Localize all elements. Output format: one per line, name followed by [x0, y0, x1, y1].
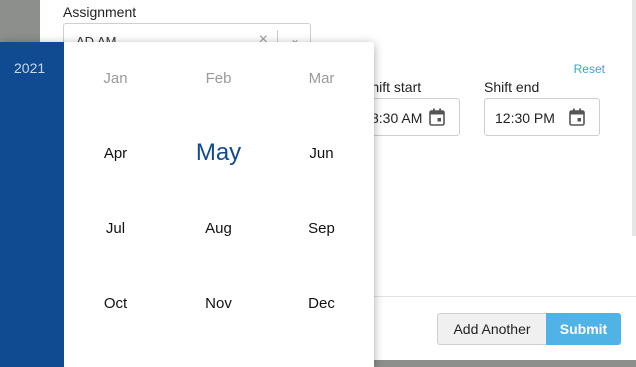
shift-end-label: Shift end: [484, 79, 540, 95]
month-apr[interactable]: Apr: [64, 145, 167, 162]
month-feb[interactable]: Feb: [167, 70, 270, 87]
calendar-icon[interactable]: [429, 108, 445, 126]
month-jun[interactable]: Jun: [270, 145, 373, 162]
month-aug[interactable]: Aug: [167, 220, 270, 237]
month-jan[interactable]: Jan: [64, 70, 167, 87]
month-may[interactable]: May: [167, 139, 270, 167]
month-oct[interactable]: Oct: [64, 295, 167, 312]
year-column: 2021: [0, 42, 64, 367]
month-grid: Jan Feb Mar Apr May Jun Jul Aug Sep Oct Nov Dec: [64, 42, 374, 367]
shift-end-input[interactable]: 12:30 PM: [484, 98, 600, 136]
background-app-bottom: [374, 360, 636, 367]
reset-link[interactable]: Reset: [574, 62, 605, 76]
month-sep[interactable]: Sep: [270, 220, 373, 237]
month-mar[interactable]: Mar: [270, 70, 373, 87]
shift-end-value: 12:30 PM: [495, 110, 555, 126]
submit-button[interactable]: Submit: [546, 313, 621, 345]
scrollbar[interactable]: [632, 0, 636, 236]
add-another-button[interactable]: Add Another: [437, 313, 547, 345]
calendar-icon[interactable]: [569, 108, 585, 126]
month-dec[interactable]: Dec: [270, 295, 373, 312]
assignment-label: Assignment: [63, 4, 137, 20]
year-label[interactable]: 2021: [14, 60, 45, 76]
month-picker: 2021 Jan Feb Mar Apr May Jun Jul Aug Sep Oct Nov De…: [0, 42, 374, 367]
month-nov[interactable]: Nov: [167, 295, 270, 312]
month-jul[interactable]: Jul: [64, 220, 167, 237]
shift-start-value: 8:30 AM: [371, 110, 423, 126]
